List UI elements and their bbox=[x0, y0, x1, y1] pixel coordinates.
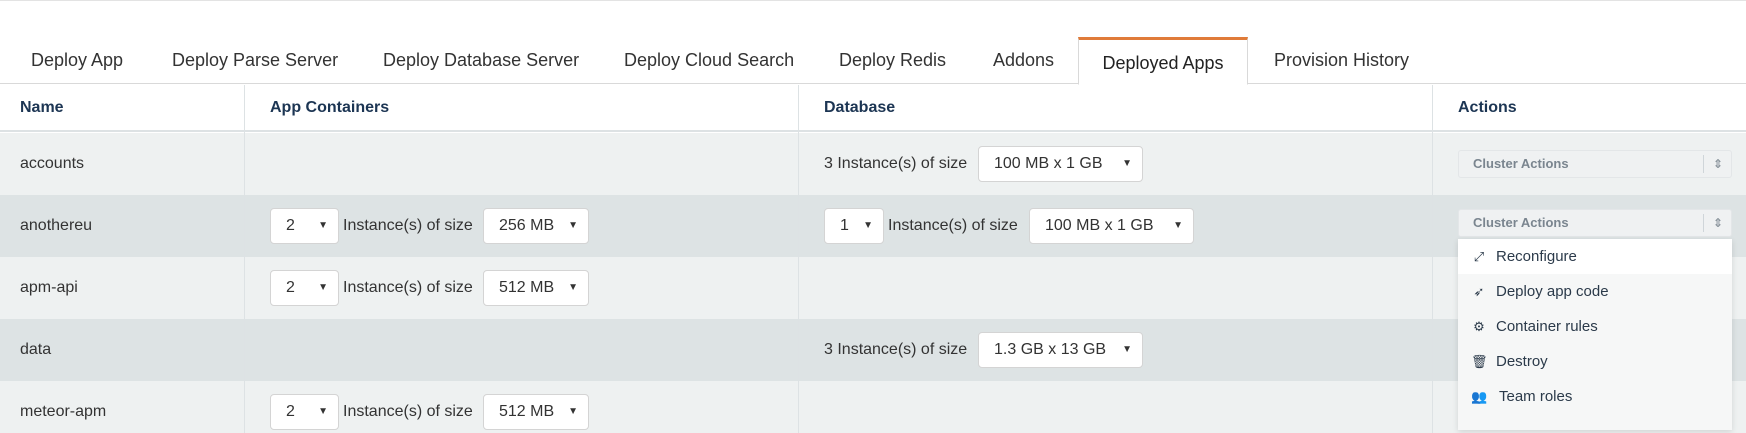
instances-label: Instance(s) of size bbox=[343, 279, 473, 296]
caret-down-icon: ▼ bbox=[568, 406, 578, 417]
db-size-select[interactable]: 100 MB x 1 GB ▼ bbox=[978, 146, 1143, 182]
instances-label: Instance(s) of size bbox=[343, 403, 473, 420]
chevron-up-down-icon: ⇕ bbox=[1712, 216, 1723, 230]
cluster-actions-menu: ⤢ Reconfigure ➶ Deploy app code ⚙ Contai… bbox=[1458, 239, 1732, 430]
caret-down-icon: ▼ bbox=[1122, 158, 1132, 169]
rocket-icon: ➶ bbox=[1473, 284, 1485, 299]
column-divider bbox=[1432, 85, 1433, 433]
top-border bbox=[0, 0, 1746, 1]
caret-down-icon: ▼ bbox=[318, 282, 328, 293]
column-header-app-containers: App Containers bbox=[270, 99, 390, 116]
tab-deploy-parse-server[interactable]: Deploy Parse Server bbox=[172, 38, 338, 84]
app-size-select[interactable]: 512 MB ▼ bbox=[483, 270, 589, 306]
db-instances-text: 3 Instance(s) of size bbox=[824, 341, 968, 358]
tab-deploy-app[interactable]: Deploy App bbox=[31, 38, 123, 84]
app-name: data bbox=[20, 341, 52, 358]
users-icon: 👥 bbox=[1471, 389, 1488, 404]
tab-bar: Deploy App Deploy Parse Server Deploy Da… bbox=[0, 37, 1746, 85]
gear-icon: ⚙ bbox=[1473, 319, 1485, 334]
caret-down-icon: ▼ bbox=[1173, 220, 1183, 231]
menu-item-deploy-app-code[interactable]: ➶ Deploy app code bbox=[1458, 274, 1732, 309]
caret-down-icon: ▼ bbox=[318, 406, 328, 417]
instances-label: Instance(s) of size bbox=[343, 217, 473, 234]
app-count-select[interactable]: 2 ▼ bbox=[270, 270, 339, 306]
app-count-select[interactable]: 2 ▼ bbox=[270, 394, 339, 430]
column-header-name: Name bbox=[20, 99, 64, 116]
caret-down-icon: ▼ bbox=[1122, 344, 1132, 355]
chevron-up-down-icon: ⇕ bbox=[1712, 157, 1723, 171]
db-instances-text: 3 Instance(s) of size bbox=[824, 155, 968, 172]
trash-icon: 🗑 bbox=[1471, 354, 1488, 369]
app-size-select[interactable]: 256 MB ▼ bbox=[483, 208, 589, 244]
caret-down-icon: ▼ bbox=[568, 282, 578, 293]
app-name: accounts bbox=[20, 155, 85, 172]
table-row: accounts 3 Instance(s) of size 100 MB x … bbox=[0, 133, 1746, 195]
tab-deploy-redis[interactable]: Deploy Redis bbox=[839, 38, 946, 84]
app-size-select[interactable]: 512 MB ▼ bbox=[483, 394, 589, 430]
app-count-select[interactable]: 2 ▼ bbox=[270, 208, 339, 244]
app-name: meteor-apm bbox=[20, 403, 107, 420]
table-header: Name App Containers Database Actions bbox=[0, 85, 1746, 132]
column-divider bbox=[244, 85, 245, 433]
cluster-actions-button[interactable]: Cluster Actions ⇕ bbox=[1458, 209, 1732, 237]
tab-deploy-database-server[interactable]: Deploy Database Server bbox=[383, 38, 579, 84]
caret-down-icon: ▼ bbox=[568, 220, 578, 231]
caret-down-icon: ▼ bbox=[863, 220, 873, 231]
db-count-select[interactable]: 1 ▼ bbox=[824, 208, 884, 244]
caret-down-icon: ▼ bbox=[318, 220, 328, 231]
db-size-select[interactable]: 1.3 GB x 13 GB ▼ bbox=[978, 332, 1143, 368]
menu-item-reconfigure[interactable]: ⤢ Reconfigure bbox=[1458, 239, 1732, 274]
db-size-select[interactable]: 100 MB x 1 GB ▼ bbox=[1029, 208, 1194, 244]
cluster-actions-button[interactable]: Cluster Actions ⇕ bbox=[1458, 150, 1732, 178]
app-name: apm-api bbox=[20, 279, 78, 296]
tab-deployed-apps[interactable]: Deployed Apps bbox=[1078, 37, 1248, 85]
app-name: anothereu bbox=[20, 217, 93, 234]
column-header-actions: Actions bbox=[1458, 99, 1517, 116]
tab-deploy-cloud-search[interactable]: Deploy Cloud Search bbox=[624, 38, 794, 84]
menu-item-team-roles[interactable]: 👥 Team roles bbox=[1458, 379, 1732, 414]
instances-label: Instance(s) of size bbox=[888, 217, 1018, 234]
expand-icon: ⤢ bbox=[1473, 249, 1485, 264]
menu-item-destroy[interactable]: 🗑 Destroy bbox=[1458, 344, 1732, 379]
tab-addons[interactable]: Addons bbox=[993, 38, 1054, 84]
column-divider bbox=[798, 85, 799, 433]
menu-item-container-rules[interactable]: ⚙ Container rules bbox=[1458, 309, 1732, 344]
tab-provision-history[interactable]: Provision History bbox=[1274, 38, 1409, 84]
column-header-database: Database bbox=[824, 99, 896, 116]
